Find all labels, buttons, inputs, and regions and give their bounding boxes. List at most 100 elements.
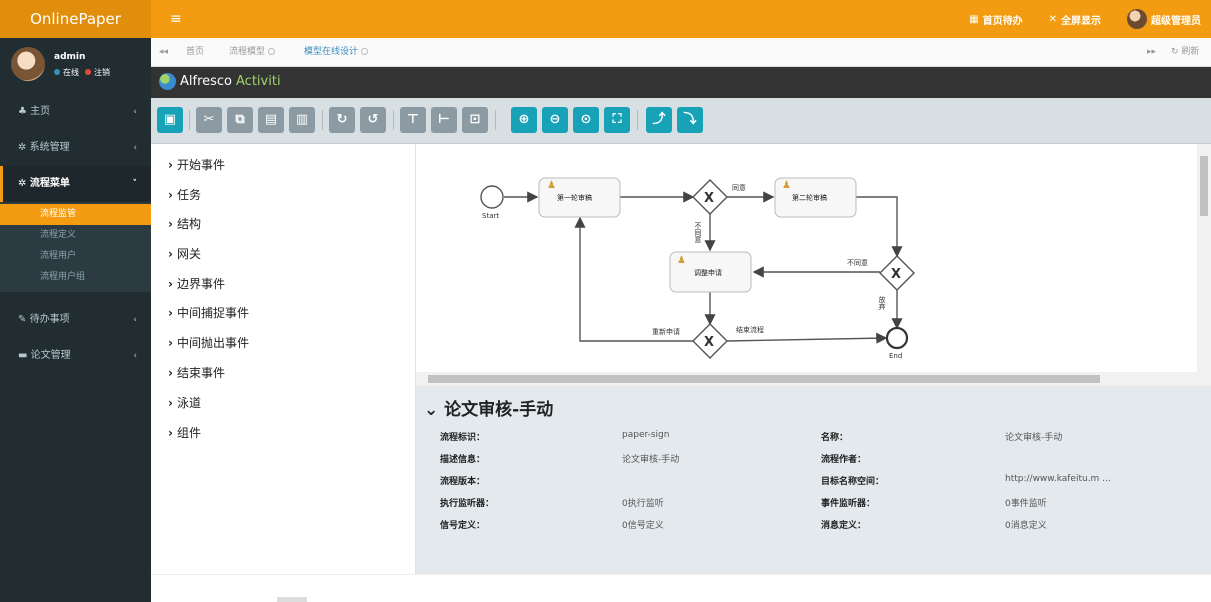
tab-home[interactable]: 首页 bbox=[186, 38, 204, 67]
tab-strip: ◂◂ 首页 流程模型 模型在线设计 ▸▸ ↻ 刷新 bbox=[151, 38, 1211, 67]
prop-value[interactable]: 0事件监听 bbox=[1005, 496, 1047, 509]
properties-title[interactable]: ⌄ 论文审核-手动 bbox=[424, 395, 553, 420]
prop-value[interactable]: 论文审核-手动 bbox=[622, 452, 679, 465]
palette-start-events[interactable]: › 开始事件 bbox=[168, 156, 225, 173]
home-icon: ♣ bbox=[18, 106, 27, 117]
tab-scroll-left-icon[interactable]: ◂◂ bbox=[159, 38, 168, 67]
chevron-right-icon: › bbox=[168, 426, 173, 440]
task1-label: 第一轮审稿 bbox=[557, 193, 592, 202]
palette-end-events[interactable]: › 结束事件 bbox=[168, 364, 225, 381]
sidebar-subitem-group[interactable]: 流程用户组 bbox=[0, 267, 151, 288]
close-icon[interactable] bbox=[361, 48, 369, 55]
prop-value[interactable]: 论文审核-手动 bbox=[1005, 430, 1062, 443]
user-name: admin bbox=[54, 52, 86, 62]
sidebar-item-home[interactable]: ♣ 主页 ‹ bbox=[0, 94, 151, 130]
sidebar-subitem-definition[interactable]: 流程定义 bbox=[0, 225, 151, 246]
avatar bbox=[1127, 9, 1147, 29]
activiti-logo: Alfresco Activiti bbox=[159, 73, 281, 90]
sidebar-toggle-icon[interactable]: ≡ bbox=[170, 0, 182, 38]
prop-value[interactable]: http://www.kafeitu.m ... bbox=[1005, 474, 1111, 484]
delete-icon[interactable]: ▥ bbox=[289, 107, 315, 133]
todo-label: 首页待办 bbox=[982, 15, 1023, 27]
palette-artifacts[interactable]: › 组件 bbox=[168, 424, 201, 441]
palette-swimlanes[interactable]: › 泳道 bbox=[168, 394, 201, 411]
start-event bbox=[480, 185, 504, 209]
logout-link[interactable]: 注销 bbox=[85, 67, 110, 78]
fullscreen-link[interactable]: ✕ 全屏显示 bbox=[1049, 12, 1101, 27]
todo-link[interactable]: ▦ 首页待办 bbox=[969, 12, 1022, 27]
palette-catch-events[interactable]: › 中间捕捉事件 bbox=[168, 304, 249, 321]
palette-tasks[interactable]: › 任务 bbox=[168, 186, 201, 203]
footer bbox=[151, 574, 1211, 602]
same-size-icon[interactable]: ⊡ bbox=[462, 107, 488, 133]
activiti-header: Alfresco Activiti bbox=[151, 67, 1211, 98]
zoom-in-icon[interactable]: ⊕ bbox=[511, 107, 537, 133]
chevron-right-icon: › bbox=[168, 306, 173, 320]
bendpoint-add-icon[interactable]: ⤴ bbox=[646, 107, 672, 133]
chevron-left-icon: ‹ bbox=[133, 315, 137, 325]
sidebar-item-process-menu[interactable]: ✲ 流程菜单 ˅ bbox=[0, 166, 151, 202]
properties-panel: ⌄ 论文审核-手动 流程标识： paper-sign 名称： 论文审核-手动 描… bbox=[416, 386, 1211, 574]
sidebar-item-paper[interactable]: ▬ 论文管理 ‹ bbox=[0, 338, 151, 374]
chevron-down-icon: ⌄ bbox=[424, 400, 439, 420]
zoom-actual-icon[interactable]: ⊙ bbox=[573, 107, 599, 133]
tab-scroll-right-icon[interactable]: ▸▸ bbox=[1147, 38, 1156, 67]
tab-process-model[interactable]: 流程模型 bbox=[229, 38, 276, 67]
exclusive-gateway-icon: X bbox=[891, 267, 901, 282]
close-icon[interactable] bbox=[268, 48, 276, 55]
undo-icon[interactable]: ↺ bbox=[360, 107, 386, 133]
cut-icon[interactable]: ✂ bbox=[196, 107, 222, 133]
zoom-fit-icon[interactable]: ⛶ bbox=[604, 107, 630, 133]
end-event bbox=[885, 326, 909, 350]
prop-value[interactable]: 0消息定义 bbox=[1005, 518, 1047, 531]
bendpoint-remove-icon[interactable]: ⤵ bbox=[677, 107, 703, 133]
user-menu[interactable]: 超级管理员 bbox=[1127, 9, 1201, 29]
align-vertical-icon[interactable]: ⊤ bbox=[400, 107, 426, 133]
palette-throw-events[interactable]: › 中间抛出事件 bbox=[168, 334, 249, 351]
align-horizontal-icon[interactable]: ⊢ bbox=[431, 107, 457, 133]
calendar-icon: ▦ bbox=[969, 13, 979, 25]
chevron-left-icon: ‹ bbox=[133, 351, 137, 361]
canvas-horizontal-scrollbar[interactable] bbox=[416, 372, 1211, 386]
fullscreen-icon: ✕ bbox=[1048, 13, 1057, 25]
prop-label: 流程版本： bbox=[440, 477, 486, 487]
folder-icon: ▬ bbox=[18, 350, 28, 361]
tab-model-designer[interactable]: 模型在线设计 bbox=[304, 38, 369, 67]
paste-icon[interactable]: ▤ bbox=[258, 107, 284, 133]
footer-element bbox=[277, 597, 307, 602]
chevron-right-icon: › bbox=[168, 217, 173, 231]
palette-boundary-events[interactable]: › 边界事件 bbox=[168, 275, 225, 292]
canvas-vertical-scrollbar[interactable] bbox=[1197, 144, 1211, 372]
prop-label: 目标名称空间： bbox=[821, 477, 885, 487]
user-icon: ♟ bbox=[782, 180, 791, 191]
sidebar-item-todo[interactable]: ✎ 待办事项 ‹ bbox=[0, 302, 151, 338]
abandon-label: 放弃 bbox=[878, 295, 886, 311]
user-panel: admin 在线 注销 bbox=[0, 38, 151, 94]
chevron-left-icon: ‹ bbox=[133, 143, 137, 153]
diagram-canvas[interactable]: Start ♟ 第一轮审稿 X 同意 不同意 ♟ 第二轮审稿 X 不同意 放弃 … bbox=[416, 144, 1211, 372]
palette-gateways[interactable]: › 网关 bbox=[168, 245, 201, 262]
end-label: End bbox=[889, 352, 902, 360]
top-navbar: OnlinePaper ≡ ▦ 首页待办 ✕ 全屏显示 超级管理员 bbox=[0, 0, 1211, 38]
zoom-out-icon[interactable]: ⊖ bbox=[542, 107, 568, 133]
sidebar-subitem-user[interactable]: 流程用户 bbox=[0, 246, 151, 267]
agree-label: 同意 bbox=[732, 183, 746, 192]
pencil-icon: ✎ bbox=[18, 314, 27, 325]
brand-logo[interactable]: OnlinePaper bbox=[0, 0, 151, 38]
reapply-label: 重新申请 bbox=[652, 327, 680, 336]
copy-icon[interactable]: ⧉ bbox=[227, 107, 253, 133]
sidebar-subitem-supervise[interactable]: 流程监管 bbox=[0, 204, 151, 225]
sidebar-item-system[interactable]: ✲ 系统管理 ‹ bbox=[0, 130, 151, 166]
prop-value[interactable]: 0信号定义 bbox=[622, 518, 664, 531]
globe-icon bbox=[159, 73, 176, 90]
user-role-label: 超级管理员 bbox=[1151, 15, 1201, 27]
redo-icon[interactable]: ↻ bbox=[329, 107, 355, 133]
palette-structural[interactable]: › 结构 bbox=[168, 215, 201, 232]
shape-palette: › 开始事件 › 任务 › 结构 › 网关 › 边界事件 › 中间捕捉事件 › 中间抛出事件 … bbox=[151, 144, 416, 574]
refresh-button[interactable]: ↻ 刷新 bbox=[1171, 38, 1199, 67]
task3-label: 调整申请 bbox=[694, 268, 722, 277]
save-icon[interactable]: ▣ bbox=[157, 107, 183, 133]
prop-value[interactable]: paper-sign bbox=[622, 430, 669, 440]
chevron-left-icon: ‹ bbox=[133, 107, 137, 117]
prop-value[interactable]: 0执行监听 bbox=[622, 496, 664, 509]
